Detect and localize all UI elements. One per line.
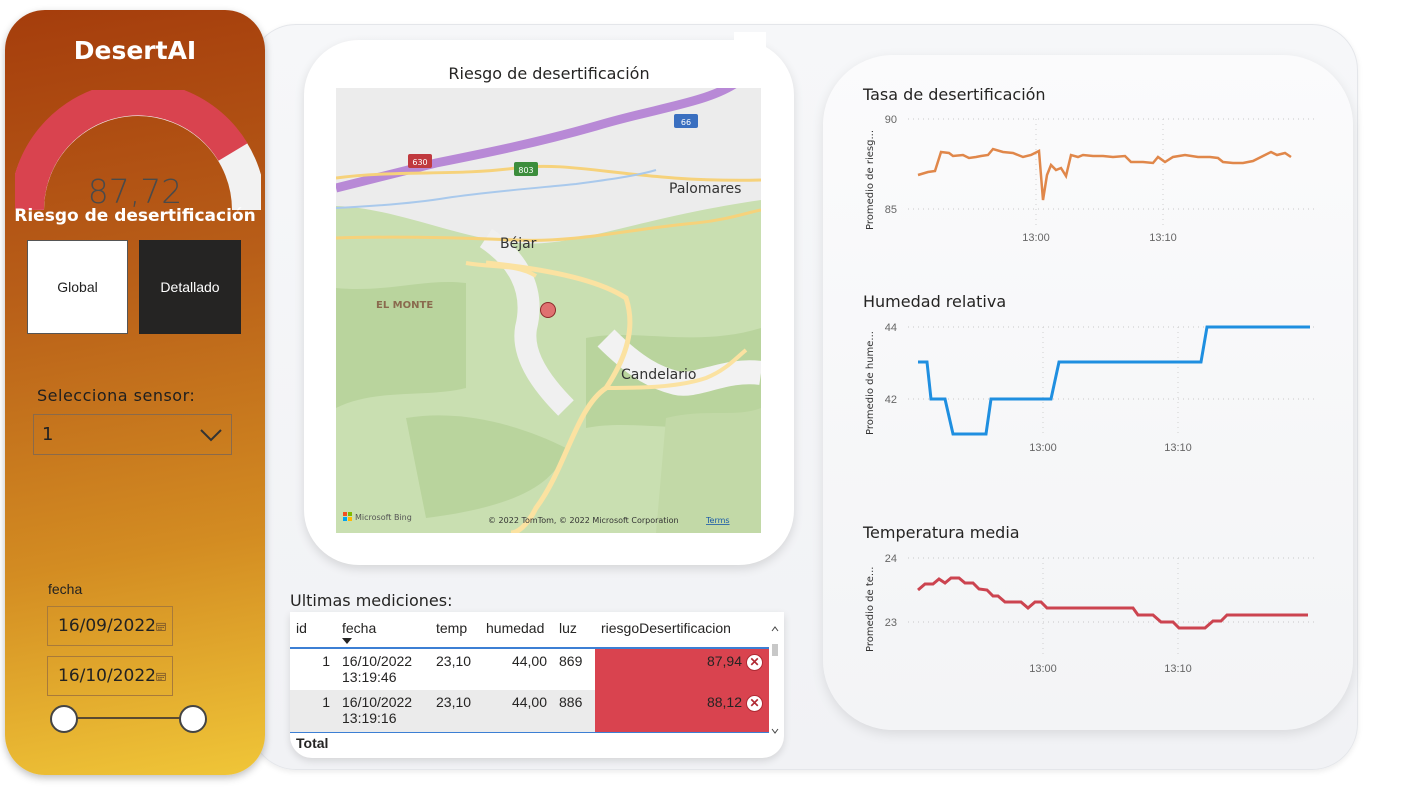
chart-title-temp: Temperatura media [863, 523, 1020, 542]
date-range-end-handle[interactable] [179, 705, 207, 733]
cell-fecha: 16/10/2022 13:19:16 [336, 690, 430, 732]
ytick-tasa-90: 90 [885, 114, 897, 126]
cell-fecha: 16/10/2022 13:19:46 [336, 647, 430, 690]
map-area[interactable]: 630 803 66 Palomares Béjar EL MONTE Cand… [336, 88, 761, 533]
xtick-tasa-1310: 13:10 [1149, 232, 1177, 244]
error-x-icon: ✕ [746, 694, 763, 712]
map-title: Riesgo de desertificación [448, 64, 650, 83]
map-svg: 630 803 66 Palomares Béjar EL MONTE Cand… [336, 88, 761, 533]
road-shield-630: 630 [412, 158, 427, 167]
charts-card: Tasa de desertificación Promedio de ries… [823, 55, 1353, 730]
cell-luz: 869 [553, 647, 595, 690]
col-header-temp[interactable]: temp [430, 612, 480, 648]
measurements-table-card: id fecha temp humedad luz riesgoDesertif… [290, 612, 784, 758]
chart-title-tasa: Tasa de desertificación [863, 85, 1046, 104]
xtick-humedad-1310: 13:10 [1164, 442, 1192, 454]
cell-temp: 23,10 [430, 647, 480, 690]
app-title: DesertAI [73, 36, 197, 65]
cell-luz: 886 [553, 690, 595, 732]
sensor-label: Selecciona sensor: [37, 386, 196, 405]
date-range-track[interactable] [65, 717, 195, 719]
cell-total-label: Total [290, 731, 336, 755]
cell-riesgo: 88,12 ✕ [595, 690, 769, 732]
sensor-selected-value: 1 [42, 424, 54, 445]
global-view-button[interactable]: Global [27, 240, 128, 334]
end-date-input[interactable]: 16/10/2022 [47, 656, 173, 696]
table-row[interactable]: 1 16/10/2022 13:19:46 23,10 44,00 869 87,… [290, 647, 769, 690]
cell-fecha-time: 13:19:16 [342, 710, 397, 726]
cell-humedad: 44,00 [480, 690, 553, 732]
ytick-humedad-42: 42 [885, 394, 897, 406]
date-range-start-handle[interactable] [50, 705, 78, 733]
chart-tasa: Promedio de riesg... 90 85 13:00 13:10 [865, 114, 1318, 244]
cell-fecha-date: 16/10/2022 [342, 694, 413, 710]
dashboard-canvas: DesertAI 87,72 Riesgo de desertificación… [0, 0, 1410, 795]
cell-id: 1 [290, 690, 336, 732]
map-terms-link[interactable]: Terms [705, 516, 730, 525]
place-el-monte: EL MONTE [376, 300, 433, 311]
bing-logo: Microsoft Bing [355, 513, 412, 522]
col-header-id[interactable]: id [290, 612, 336, 648]
series-line-temp [917, 576, 1308, 630]
xtick-humedad-1300: 13:00 [1029, 442, 1057, 454]
table-header-row: id fecha temp humedad luz riesgoDesertif… [290, 612, 769, 648]
col-header-fecha-label: fecha [342, 620, 377, 636]
ytick-tasa-85: 85 [885, 204, 897, 216]
cell-fecha-time: 13:19:46 [342, 669, 397, 685]
road-shield-803: 803 [518, 166, 533, 175]
table-total-row: Total [290, 731, 769, 755]
map-copyright: © 2022 TomTom, © 2022 Microsoft Corporat… [488, 516, 679, 525]
cell-temp: 23,10 [430, 690, 480, 732]
gauge-label: Riesgo de desertificación [14, 206, 256, 226]
place-bejar: Béjar [500, 236, 537, 252]
cell-riesgo-value: 87,94 [706, 653, 742, 669]
cell-humedad: 44,00 [480, 647, 553, 690]
ytick-temp-24: 24 [885, 553, 897, 565]
sensor-dropdown[interactable]: 1 [33, 414, 232, 455]
error-x-icon: ✕ [746, 653, 763, 671]
table-title: Ultimas mediciones: [290, 591, 453, 610]
ytick-humedad-44: 44 [885, 322, 897, 334]
place-candelario: Candelario [621, 367, 696, 383]
col-header-riesgo[interactable]: riesgoDesertificacion [595, 612, 769, 648]
cell-id: 1 [290, 647, 336, 690]
sensor-location-marker[interactable] [540, 302, 556, 318]
cell-riesgo: 87,94 ✕ [595, 647, 769, 690]
xtick-temp-1300: 13:00 [1029, 663, 1057, 675]
calendar-icon[interactable] [156, 670, 166, 683]
xtick-temp-1310: 13:10 [1164, 663, 1192, 675]
table-scrollbar[interactable] [770, 612, 780, 758]
ylabel-tasa: Promedio de riesg... [865, 130, 876, 230]
detailed-view-button[interactable]: Detallado [139, 240, 241, 334]
ylabel-temp: Promedio de te... [865, 567, 876, 652]
ylabel-humedad: Promedio de hume... [865, 331, 876, 435]
cell-riesgo-value: 88,12 [706, 694, 742, 710]
ytick-temp-23: 23 [885, 617, 897, 629]
chevron-down-icon [200, 428, 222, 441]
end-date-value: 16/10/2022 [58, 666, 156, 686]
sort-desc-icon [342, 638, 352, 644]
measurements-table: id fecha temp humedad luz riesgoDesertif… [290, 612, 769, 755]
col-header-fecha[interactable]: fecha [336, 612, 430, 648]
date-filter-label: fecha [48, 581, 83, 597]
map-card: Riesgo de desertificación 630 803 66 Pal… [304, 32, 794, 565]
col-header-luz[interactable]: luz [553, 612, 595, 648]
place-palomares: Palomares [669, 181, 741, 197]
chart-humedad: Promedio de hume... 44 42 13:00 13:10 [865, 322, 1318, 454]
cell-fecha-date: 16/10/2022 [342, 653, 413, 669]
start-date-value: 16/09/2022 [58, 616, 156, 636]
table-row[interactable]: 1 16/10/2022 13:19:16 23,10 44,00 886 88,… [290, 690, 769, 732]
road-shield-66: 66 [681, 118, 691, 127]
calendar-icon[interactable] [156, 620, 166, 633]
chart-temp: Promedio de te... 24 23 13:00 13:10 [865, 553, 1318, 675]
col-header-humedad[interactable]: humedad [480, 612, 553, 648]
map-corner-box [734, 32, 766, 62]
chart-title-humedad: Humedad relativa [863, 292, 1007, 311]
series-line-humedad [918, 325, 1310, 436]
start-date-input[interactable]: 16/09/2022 [47, 606, 173, 646]
xtick-tasa-1300: 13:00 [1022, 232, 1050, 244]
sidebar: DesertAI 87,72 Riesgo de desertificación… [5, 10, 265, 775]
series-line-tasa [917, 147, 1292, 201]
